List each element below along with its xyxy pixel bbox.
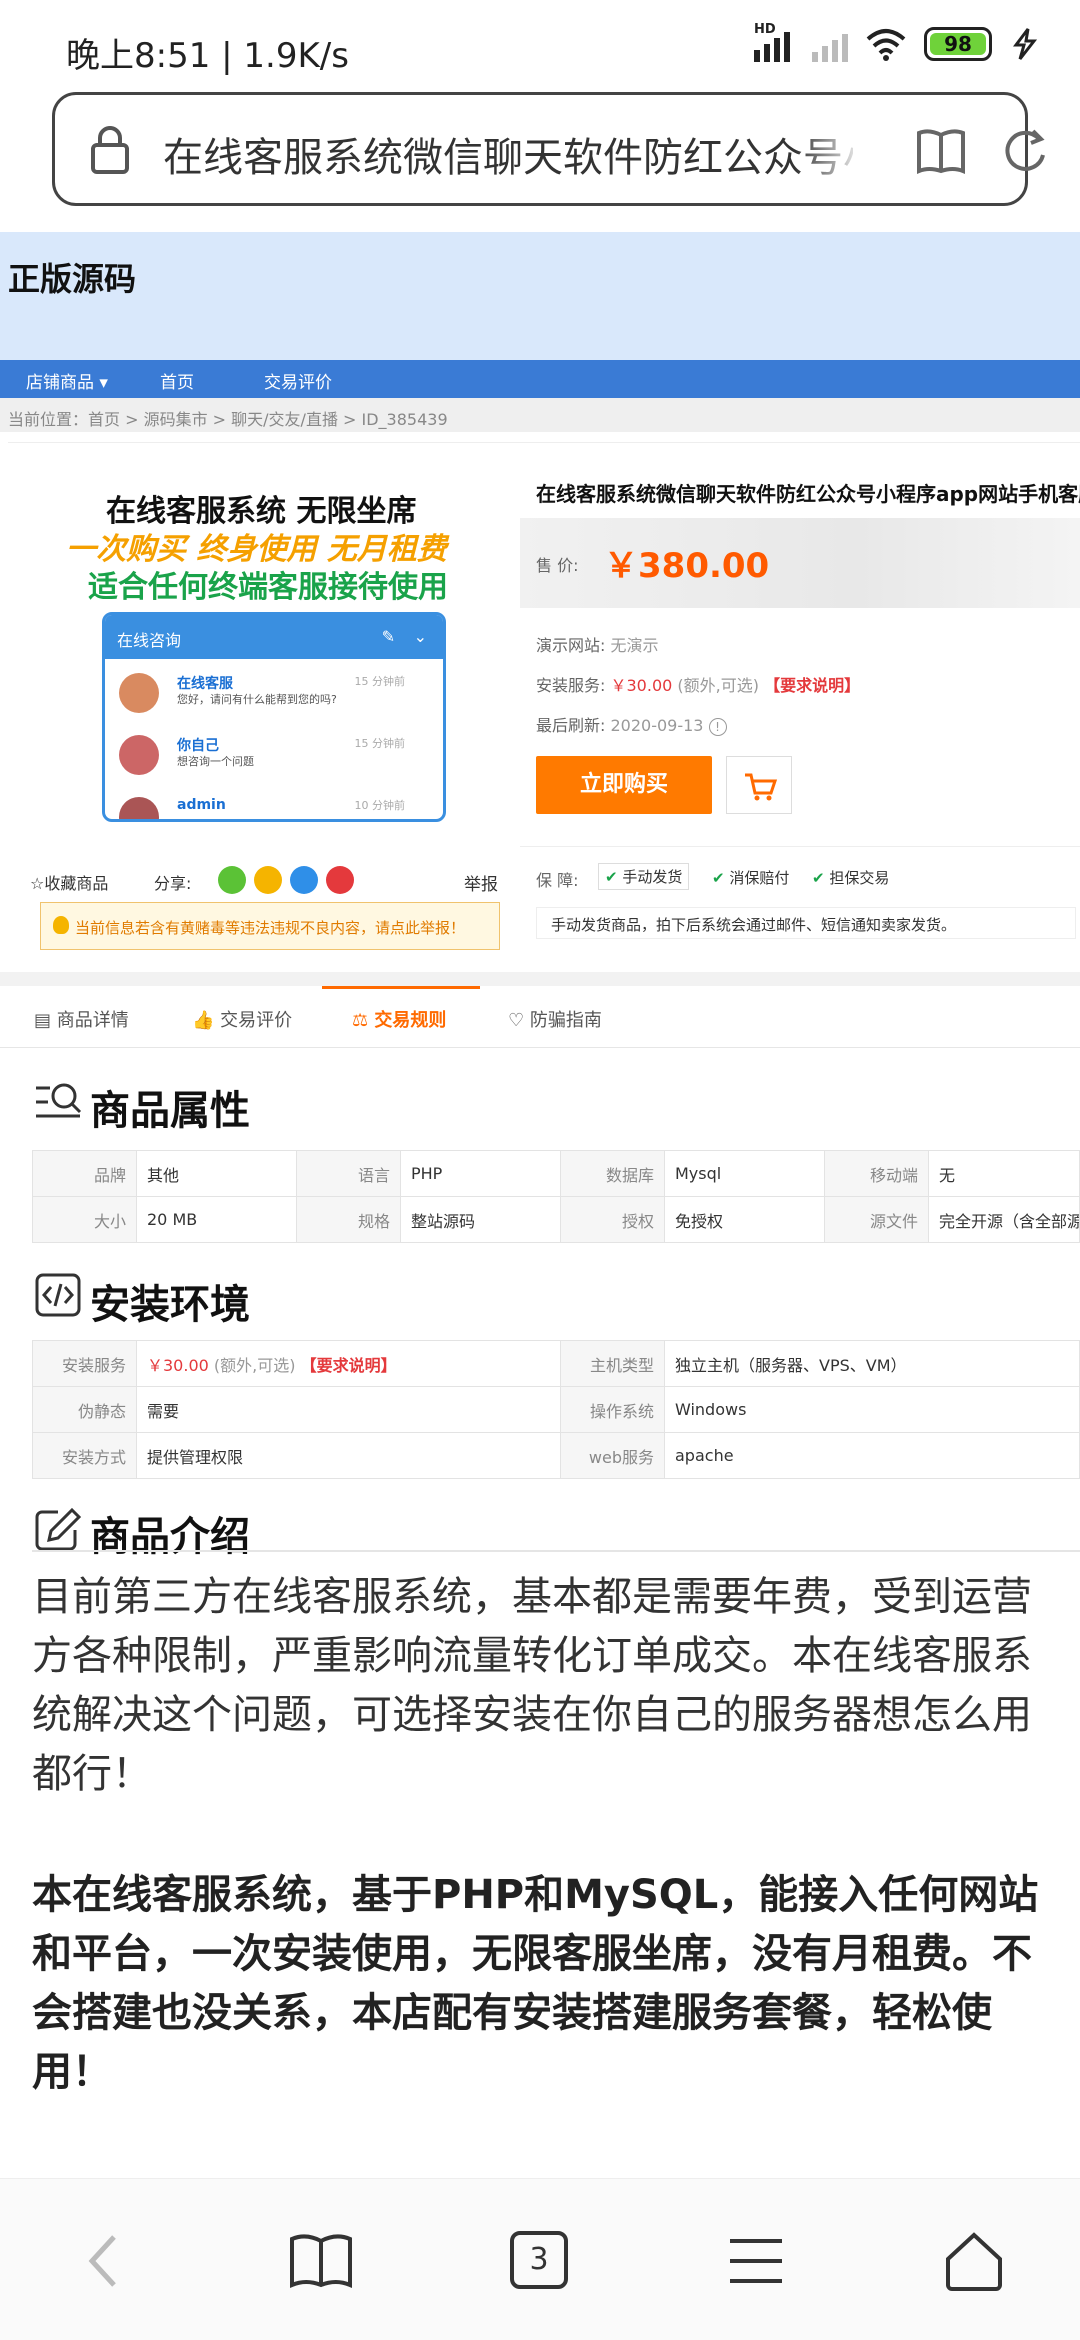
guarantee-consumer-protection[interactable]: ✔ 消保赔付 [712, 867, 789, 888]
table-row: 安装服务 ￥30.00 (额外,可选) 【要求说明】 主机类型 独立主机（服务器… [32, 1340, 1080, 1387]
charging-icon [1013, 28, 1038, 60]
wrench-icon: ✎ [381, 627, 395, 646]
intro-line: 方各种限制，严重影响流量转化订单成交。本在线客服系 [32, 1633, 1032, 1679]
menu-icon[interactable] [726, 2231, 786, 2291]
avatar [119, 797, 159, 819]
avatar [119, 735, 159, 775]
qq-icon[interactable] [290, 866, 318, 894]
chat-header: 在线咨询 ✎ ⌄ [105, 615, 443, 659]
product-title: 在线客服系统微信聊天软件防红公众号小程序app网站手机客服 [536, 482, 1080, 506]
info-icon[interactable]: ! [708, 718, 727, 736]
guarantee-manual-delivery[interactable]: ✔ 手动发货 [598, 863, 690, 890]
intro-line: 用！ [32, 2049, 112, 2095]
tab-reviews[interactable]: 👍 交易评价 [192, 1006, 292, 1032]
chevron-down-icon: ⌄ [413, 627, 427, 646]
detail-tabs: ▤ 商品详情 👍 交易评价 ⚖ 交易规则 ♡ 防骗指南 [0, 986, 1080, 1048]
divider [32, 1550, 1080, 1552]
table-row: 伪静态 需要 操作系统 Windows [32, 1386, 1080, 1433]
signal-icon [812, 26, 848, 62]
back-icon[interactable] [84, 2231, 124, 2291]
check-icon: ✔ [812, 869, 825, 887]
intro-line: 都行！ [32, 1751, 152, 1797]
table-row: 大小 20 MB 规格 整站源码 授权 免授权 源文件 完全开源（含全部源文件） [32, 1196, 1080, 1243]
battery-icon: 98 [924, 27, 992, 61]
demo-site-row: 演示网站: 无演示 [536, 636, 659, 655]
shop-header: 正版源码 [0, 232, 1080, 360]
table-row: 安装方式 提供管理权限 web服务 apache [32, 1432, 1080, 1479]
favorite-button[interactable]: ☆收藏商品 [30, 870, 108, 894]
active-tab-indicator [322, 986, 480, 989]
chat-message: admin 10 分钟前 [105, 783, 443, 819]
code-icon [35, 1273, 81, 1317]
tab-trade-rules[interactable]: ⚖ 交易规则 [352, 1006, 446, 1032]
reload-icon[interactable] [999, 123, 1049, 177]
tab-product-details[interactable]: ▤ 商品详情 [34, 1006, 129, 1032]
tab-anti-fraud[interactable]: ♡ 防骗指南 [508, 1006, 602, 1032]
intro-title: 商品介绍 [90, 1514, 250, 1560]
nav-reviews[interactable]: 交易评价 [264, 368, 332, 393]
address-bar[interactable]: 在线客服系统微信聊天软件防红公众号小程序app网站手机 [52, 92, 1045, 206]
report-warning[interactable]: 当前信息若含有黄赌毒等违法违规不良内容，请点此举报！ [40, 902, 500, 950]
status-bar: 晚上8:51 | 1.9K/s HD 98 [0, 0, 1080, 92]
weibo-icon[interactable] [326, 866, 354, 894]
share-label: 分享: [154, 874, 192, 893]
status-time: 晚上8:51 | 1.9K/s [66, 36, 349, 76]
intro-line: 本在线客服系统，基于PHP和MySQL，能接入任何网站 [32, 1872, 1039, 1918]
avatar [119, 673, 159, 713]
install-service-row: 安装服务: ￥30.00 (额外,可选) 【要求说明】 [536, 676, 861, 695]
breadcrumb: 当前位置：首页 > 源码集市 > 聊天/交友/直播 > ID_385439 [0, 398, 1080, 432]
nav-shop-products[interactable]: 店铺商品 ▾ [26, 368, 108, 393]
share-icons [218, 866, 354, 894]
buy-now-button[interactable]: 立即购买 [536, 756, 712, 814]
shop-title[interactable]: 正版源码 [8, 254, 136, 300]
reader-mode-icon[interactable] [915, 127, 967, 175]
intro-line: 目前第三方在线客服系统，基本都是需要年费，受到运营 [32, 1574, 1032, 1620]
last-refresh-row: 最后刷新: 2020-09-13 ! [536, 712, 727, 736]
chat-message: 在线客服 您好，请问有什么能帮到您的吗? 15 分钟前 [105, 659, 443, 721]
image-tagline: 适合任何终端客服接待使用 [88, 570, 448, 605]
wifi-icon [866, 29, 906, 61]
environment-title: 安装环境 [90, 1282, 250, 1328]
lightbulb-icon [53, 916, 69, 934]
cart-icon [745, 773, 778, 801]
price-box: 售 价: ￥380.00 [520, 518, 1080, 608]
status-icons: HD 98 [754, 22, 1040, 62]
product-price: ￥380.00 [604, 546, 770, 586]
intro-line: 统解决这个问题，可选择安装在你自己的服务器想怎么用 [32, 1692, 1032, 1738]
qzone-icon[interactable] [254, 866, 282, 894]
check-icon: ✔ [605, 868, 618, 886]
home-icon[interactable] [944, 2231, 1004, 2291]
wechat-icon[interactable] [218, 866, 246, 894]
requirements-link[interactable]: 【要求说明】 [301, 1356, 397, 1375]
table-row: 品牌 其他 语言 PHP 数据库 Mysql 移动端 无 [32, 1150, 1080, 1197]
guarantee-note: 手动发货商品，拍下后系统会通过邮件、短信通知卖家发货。 [536, 907, 1076, 939]
hd-signal-icon: HD [754, 22, 794, 62]
intro-line: 和平台，一次安装使用，无限客服坐席，没有月租费。不 [32, 1931, 1032, 1977]
lock-icon [91, 126, 129, 174]
breadcrumb-text[interactable]: 当前位置：首页 > 源码集市 > 聊天/交友/直播 > ID_385439 [8, 406, 448, 430]
edit-icon [35, 1507, 82, 1551]
chat-message: 你自己 想咨询一个问题 15 分钟前 [105, 721, 443, 783]
requirements-link[interactable]: 【要求说明】 [764, 676, 860, 695]
guarantee-row: 保 障: ✔ 手动发货 ✔ 消保赔付 ✔ 担保交易 手动发货商品，拍下后系统会通… [520, 846, 1080, 939]
report-link[interactable]: 举报 [464, 870, 498, 895]
guarantee-escrow[interactable]: ✔ 担保交易 [812, 867, 889, 888]
environment-table: 安装服务 ￥30.00 (额外,可选) 【要求说明】 主机类型 独立主机（服务器… [32, 1340, 1080, 1479]
attributes-table: 品牌 其他 语言 PHP 数据库 Mysql 移动端 无 大小 20 MB 规格… [32, 1150, 1080, 1243]
divider [0, 972, 1080, 986]
nav-home[interactable]: 首页 [160, 368, 194, 393]
add-to-cart-button[interactable] [726, 756, 792, 814]
chat-window-preview: 在线咨询 ✎ ⌄ 在线客服 您好，请问有什么能帮到您的吗? 15 分钟前 你自己… [102, 612, 446, 822]
url-text[interactable]: 在线客服系统微信聊天软件防红公众号小程序app网站手机 [163, 125, 853, 179]
browser-toolbar: 3 [0, 2178, 1080, 2340]
check-icon: ✔ [712, 869, 725, 887]
bookmarks-icon[interactable] [288, 2231, 354, 2291]
shop-nav: 店铺商品 ▾ 首页 交易评价 [0, 360, 1080, 398]
attributes-title: 商品属性 [90, 1088, 250, 1134]
tabs-button[interactable]: 3 [510, 2231, 568, 2289]
web-page: 正版源码 店铺商品 ▾ 首页 交易评价 当前位置：首页 > 源码集市 > 聊天/… [0, 232, 1080, 2178]
product-image[interactable]: 在线客服系统 无限坐席 一次购买 终身使用 无月租费 适合任何终端客服接待使用 … [46, 482, 486, 846]
intro-line: 会搭建也没关系，本店配有安装搭建服务套餐，轻松使 [32, 1990, 992, 2036]
search-list-icon [36, 1083, 82, 1118]
